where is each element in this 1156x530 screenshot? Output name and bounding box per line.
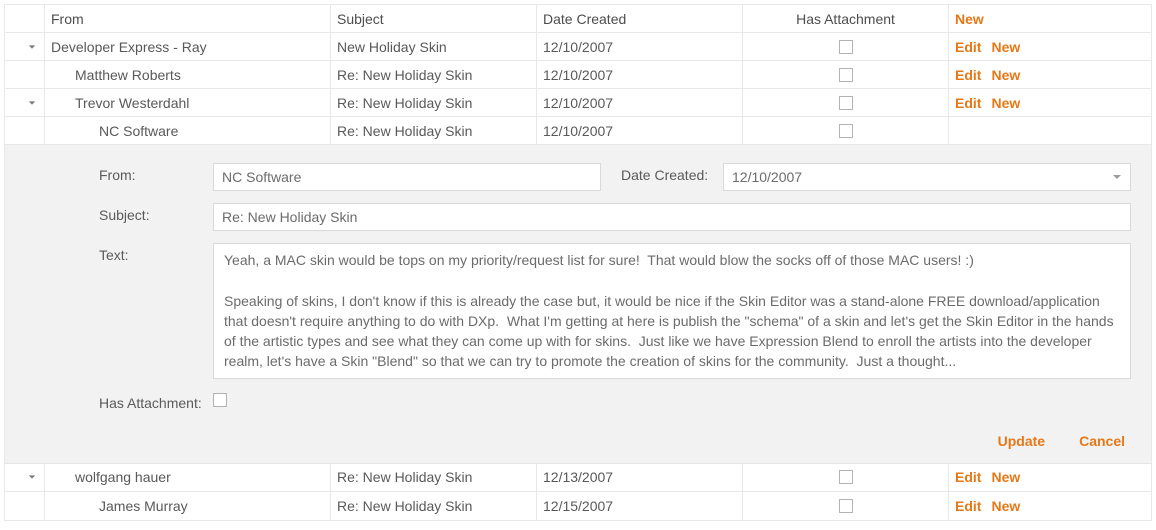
- cell-from: NC Software: [45, 117, 331, 144]
- column-header-command: New: [949, 5, 1151, 32]
- cell-commands: Edit New: [949, 89, 1151, 116]
- edit-link[interactable]: Edit: [955, 39, 981, 55]
- label-from: From:: [99, 163, 213, 183]
- from-text: James Murray: [99, 498, 188, 514]
- subject-input[interactable]: [213, 203, 1131, 231]
- expand-cell: [5, 61, 45, 88]
- tree-indent: [51, 505, 99, 506]
- from-text: wolfgang hauer: [75, 469, 171, 485]
- tree-indent: [51, 477, 75, 478]
- row-new-link[interactable]: New: [991, 39, 1020, 55]
- label-text: Text:: [99, 243, 213, 263]
- cell-subject: Re: New Holiday Skin: [331, 464, 537, 491]
- column-header-subject[interactable]: Subject: [331, 5, 537, 32]
- row-new-link[interactable]: New: [991, 498, 1020, 514]
- tree-indent: [51, 102, 75, 103]
- from-text: NC Software: [99, 123, 178, 139]
- label-subject: Subject:: [99, 203, 213, 223]
- collapse-icon[interactable]: [26, 41, 38, 53]
- date-created-dropdown-button[interactable]: [1103, 163, 1131, 191]
- edit-form-actions: Update Cancel: [99, 433, 1131, 449]
- cell-subject: Re: New Holiday Skin: [331, 492, 537, 520]
- tree-indent: [51, 74, 75, 75]
- cell-subject: New Holiday Skin: [331, 33, 537, 60]
- cell-commands: Edit New: [949, 464, 1151, 491]
- has-attachment-checkbox[interactable]: [213, 393, 227, 407]
- from-text: Trevor Westerdahl: [75, 95, 189, 111]
- attachment-checkbox[interactable]: [839, 499, 853, 513]
- edit-link[interactable]: Edit: [955, 498, 981, 514]
- collapse-icon[interactable]: [26, 471, 38, 483]
- table-row: Trevor Westerdahl Re: New Holiday Skin 1…: [5, 89, 1151, 117]
- header-expand-spacer: [5, 5, 45, 32]
- cell-subject: Re: New Holiday Skin: [331, 117, 537, 144]
- expand-cell: [5, 89, 45, 116]
- edit-form: From: Date Created: Subject:: [5, 145, 1151, 464]
- cell-attachment: [743, 89, 949, 116]
- table-row: NC Software Re: New Holiday Skin 12/10/2…: [5, 117, 1151, 145]
- date-created-combo: [723, 163, 1131, 191]
- table-row: Developer Express - Ray New Holiday Skin…: [5, 33, 1151, 61]
- cell-date: 12/10/2007: [537, 61, 743, 88]
- expand-cell: [5, 492, 45, 520]
- cell-from: James Murray: [45, 492, 331, 520]
- cell-subject: Re: New Holiday Skin: [331, 61, 537, 88]
- column-header-from[interactable]: From: [45, 5, 331, 32]
- table-row: Matthew Roberts Re: New Holiday Skin 12/…: [5, 61, 1151, 89]
- cell-date: 12/13/2007: [537, 464, 743, 491]
- from-input[interactable]: [213, 163, 601, 191]
- collapse-icon[interactable]: [26, 97, 38, 109]
- attachment-checkbox[interactable]: [839, 96, 853, 110]
- expand-cell: [5, 464, 45, 491]
- expand-cell: [5, 117, 45, 144]
- cell-date: 12/10/2007: [537, 117, 743, 144]
- cell-from: Developer Express - Ray: [45, 33, 331, 60]
- cell-date: 12/10/2007: [537, 89, 743, 116]
- label-date-created: Date Created:: [621, 163, 723, 183]
- attachment-checkbox[interactable]: [839, 68, 853, 82]
- cell-from: Matthew Roberts: [45, 61, 331, 88]
- cell-from: Trevor Westerdahl: [45, 89, 331, 116]
- edit-link[interactable]: Edit: [955, 67, 981, 83]
- cell-subject: Re: New Holiday Skin: [331, 89, 537, 116]
- cell-attachment: [743, 117, 949, 144]
- cell-commands: Edit New: [949, 33, 1151, 60]
- cell-date: 12/15/2007: [537, 492, 743, 520]
- edit-link[interactable]: Edit: [955, 95, 981, 111]
- tree-list-grid: From Subject Date Created Has Attachment…: [4, 4, 1152, 521]
- cell-date: 12/10/2007: [537, 33, 743, 60]
- row-new-link[interactable]: New: [991, 469, 1020, 485]
- from-text: Matthew Roberts: [75, 67, 181, 83]
- column-header-row: From Subject Date Created Has Attachment…: [5, 5, 1151, 33]
- attachment-checkbox[interactable]: [839, 40, 853, 54]
- row-new-link[interactable]: New: [991, 95, 1020, 111]
- row-new-link[interactable]: New: [991, 67, 1020, 83]
- label-has-attachment: Has Attachment:: [99, 391, 213, 411]
- cell-commands: Edit New: [949, 492, 1151, 520]
- date-created-input[interactable]: [723, 163, 1103, 191]
- text-textarea[interactable]: [213, 243, 1131, 379]
- header-new-link[interactable]: New: [955, 11, 984, 27]
- chevron-down-icon: [1112, 172, 1122, 182]
- cell-commands: Edit New: [949, 61, 1151, 88]
- table-row: James Murray Re: New Holiday Skin 12/15/…: [5, 492, 1151, 520]
- column-header-attachment[interactable]: Has Attachment: [743, 5, 949, 32]
- cell-attachment: [743, 61, 949, 88]
- attachment-checkbox[interactable]: [839, 470, 853, 484]
- cell-commands: [949, 117, 1151, 144]
- edit-link[interactable]: Edit: [955, 469, 981, 485]
- table-row: wolfgang hauer Re: New Holiday Skin 12/1…: [5, 464, 1151, 492]
- cell-attachment: [743, 464, 949, 491]
- cancel-link[interactable]: Cancel: [1079, 433, 1125, 449]
- expand-cell: [5, 33, 45, 60]
- cell-attachment: [743, 33, 949, 60]
- cell-from: wolfgang hauer: [45, 464, 331, 491]
- column-header-date[interactable]: Date Created: [537, 5, 743, 32]
- update-link[interactable]: Update: [998, 433, 1045, 449]
- attachment-checkbox[interactable]: [839, 124, 853, 138]
- tree-indent: [51, 130, 99, 131]
- cell-attachment: [743, 492, 949, 520]
